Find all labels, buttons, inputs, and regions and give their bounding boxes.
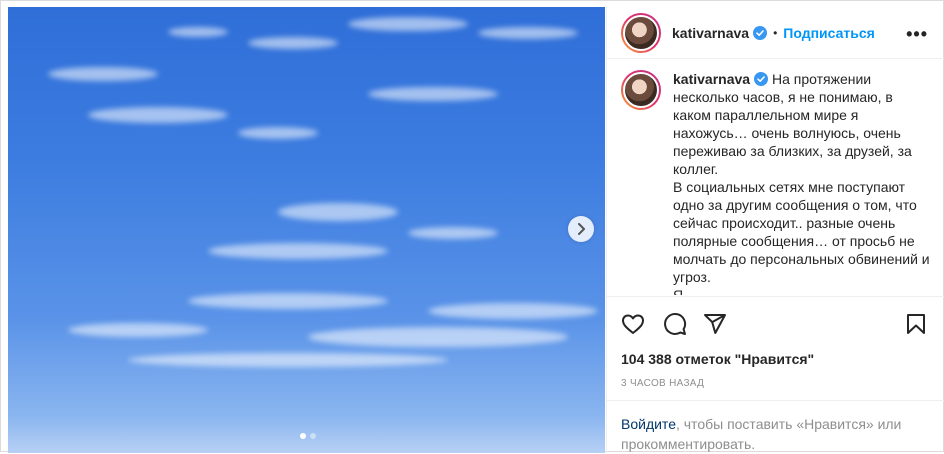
cloud <box>278 203 398 221</box>
cloud <box>168 27 228 37</box>
cloud <box>128 353 448 367</box>
cloud <box>48 67 158 81</box>
cloud <box>188 293 388 309</box>
next-slide-button[interactable] <box>568 216 594 242</box>
post-timestamp[interactable]: 3 ЧАСОВ НАЗАД <box>621 378 704 389</box>
cloud <box>408 227 498 239</box>
action-bar <box>607 296 944 346</box>
heart-icon[interactable] <box>621 312 645 336</box>
cloud <box>88 107 228 123</box>
slide-indicator <box>300 433 316 439</box>
caption-body: kativarnava На протяжении несколько часо… <box>673 70 932 295</box>
cloud <box>308 327 568 347</box>
login-prompt: Войдите, чтобы поставить «Нравится» или … <box>607 400 944 453</box>
slide-dot <box>310 433 316 439</box>
comment-icon[interactable] <box>663 312 687 336</box>
caption-text: На протяжении несколько часов, я не пони… <box>673 71 930 295</box>
post-header: kativarnava • Подписаться ••• <box>607 7 944 59</box>
post-frame: kativarnava • Подписаться ••• kativarnav… <box>0 0 944 453</box>
cloud <box>368 87 498 101</box>
chevron-right-icon <box>578 223 585 235</box>
login-link[interactable]: Войдите <box>621 416 676 432</box>
caption-avatar[interactable] <box>621 70 661 110</box>
caption: kativarnava На протяжении несколько часо… <box>621 70 932 295</box>
bookmark-icon[interactable] <box>904 312 928 336</box>
cloud <box>238 127 318 139</box>
follow-button[interactable]: Подписаться <box>783 25 875 41</box>
more-icon[interactable]: ••• <box>906 24 928 45</box>
cloud <box>348 17 468 31</box>
post-side-panel: kativarnava • Подписаться ••• kativarnav… <box>606 7 944 453</box>
verified-icon <box>753 25 768 40</box>
share-icon[interactable] <box>703 312 727 336</box>
cloud <box>68 323 208 337</box>
likes-count[interactable]: 104 388 отметок "Нравится" <box>621 351 814 367</box>
slide-dot-active <box>300 433 306 439</box>
post-image[interactable] <box>8 7 605 453</box>
cloud <box>248 37 338 49</box>
separator-dot: • <box>773 25 778 40</box>
author-username[interactable]: kativarnava <box>672 25 749 41</box>
comments-section: kativarnava На протяжении несколько часо… <box>607 60 944 295</box>
verified-icon <box>754 72 769 86</box>
avatar[interactable] <box>621 12 661 53</box>
cloud <box>208 243 388 259</box>
caption-username[interactable]: kativarnava <box>673 71 750 87</box>
cloud <box>478 27 578 39</box>
cloud <box>428 303 598 319</box>
